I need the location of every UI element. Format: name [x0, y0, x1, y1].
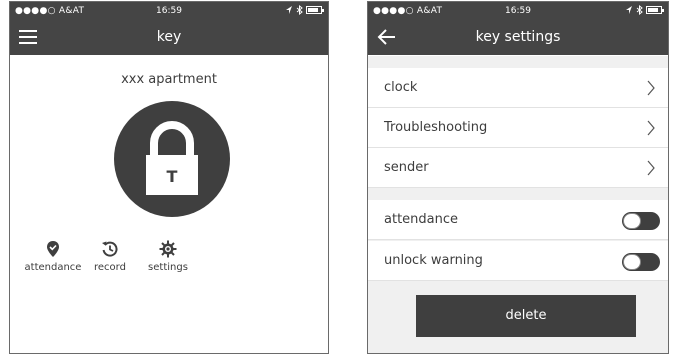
page-title: key — [156, 29, 182, 45]
unlock-warning-toggle-row: unlock warning — [368, 241, 668, 281]
attendance-toggle-label: attendance — [384, 212, 459, 227]
clock-time: 16:59 — [156, 6, 182, 16]
battery-icon — [306, 6, 324, 14]
system-indicators — [286, 5, 324, 15]
unlock-warning-toggle[interactable] — [622, 253, 660, 271]
attendance-action[interactable]: attendance — [22, 240, 84, 273]
troubleshooting-row[interactable]: Troubleshooting — [368, 108, 668, 148]
clock-time: 16:59 — [505, 6, 531, 16]
page-title: key settings — [475, 29, 561, 45]
chevron-right-icon — [647, 80, 655, 96]
bluetooth-icon — [636, 5, 643, 15]
toggle-knob — [623, 213, 641, 229]
key-settings-screen: ●●●●○ A&AT 16:59 key settings clock Trou… — [367, 1, 669, 354]
history-icon — [102, 241, 118, 257]
record-label: record — [94, 262, 126, 273]
settings-label: settings — [148, 262, 188, 273]
clock-row[interactable]: clock — [368, 68, 668, 108]
record-action[interactable]: record — [88, 240, 132, 273]
system-indicators — [626, 5, 664, 15]
clock-label: clock — [384, 80, 418, 95]
settings-action[interactable]: settings — [142, 240, 194, 273]
unlock-warning-label: unlock warning — [384, 253, 483, 268]
battery-icon — [646, 6, 664, 14]
attendance-label: attendance — [24, 262, 82, 273]
lock-letter: T — [167, 167, 178, 186]
apartment-name: xxx apartment — [121, 72, 217, 87]
attendance-toggle[interactable] — [622, 212, 660, 230]
status-bar: ●●●●○ A&AT 16:59 — [368, 2, 668, 20]
nav-bar: key settings — [368, 20, 668, 55]
padlock-icon: T — [146, 121, 198, 195]
location-check-icon — [47, 241, 59, 257]
key-screen: ●●●●○ A&AT 16:59 key xxx apartment T att… — [9, 1, 329, 354]
gear-icon — [159, 240, 177, 258]
location-arrow-icon — [626, 5, 632, 14]
sender-row[interactable]: sender — [368, 148, 668, 188]
unlock-button[interactable]: T — [114, 101, 230, 217]
attendance-toggle-row: attendance — [368, 200, 668, 240]
delete-button[interactable]: delete — [416, 295, 636, 337]
nav-bar: key — [10, 20, 328, 55]
bluetooth-icon — [296, 5, 303, 15]
troubleshooting-label: Troubleshooting — [384, 120, 488, 135]
sender-label: sender — [384, 160, 429, 175]
status-bar: ●●●●○ A&AT 16:59 — [10, 2, 328, 20]
location-arrow-icon — [286, 5, 292, 14]
chevron-right-icon — [647, 120, 655, 136]
toggle-knob — [623, 254, 641, 270]
chevron-right-icon — [647, 160, 655, 176]
